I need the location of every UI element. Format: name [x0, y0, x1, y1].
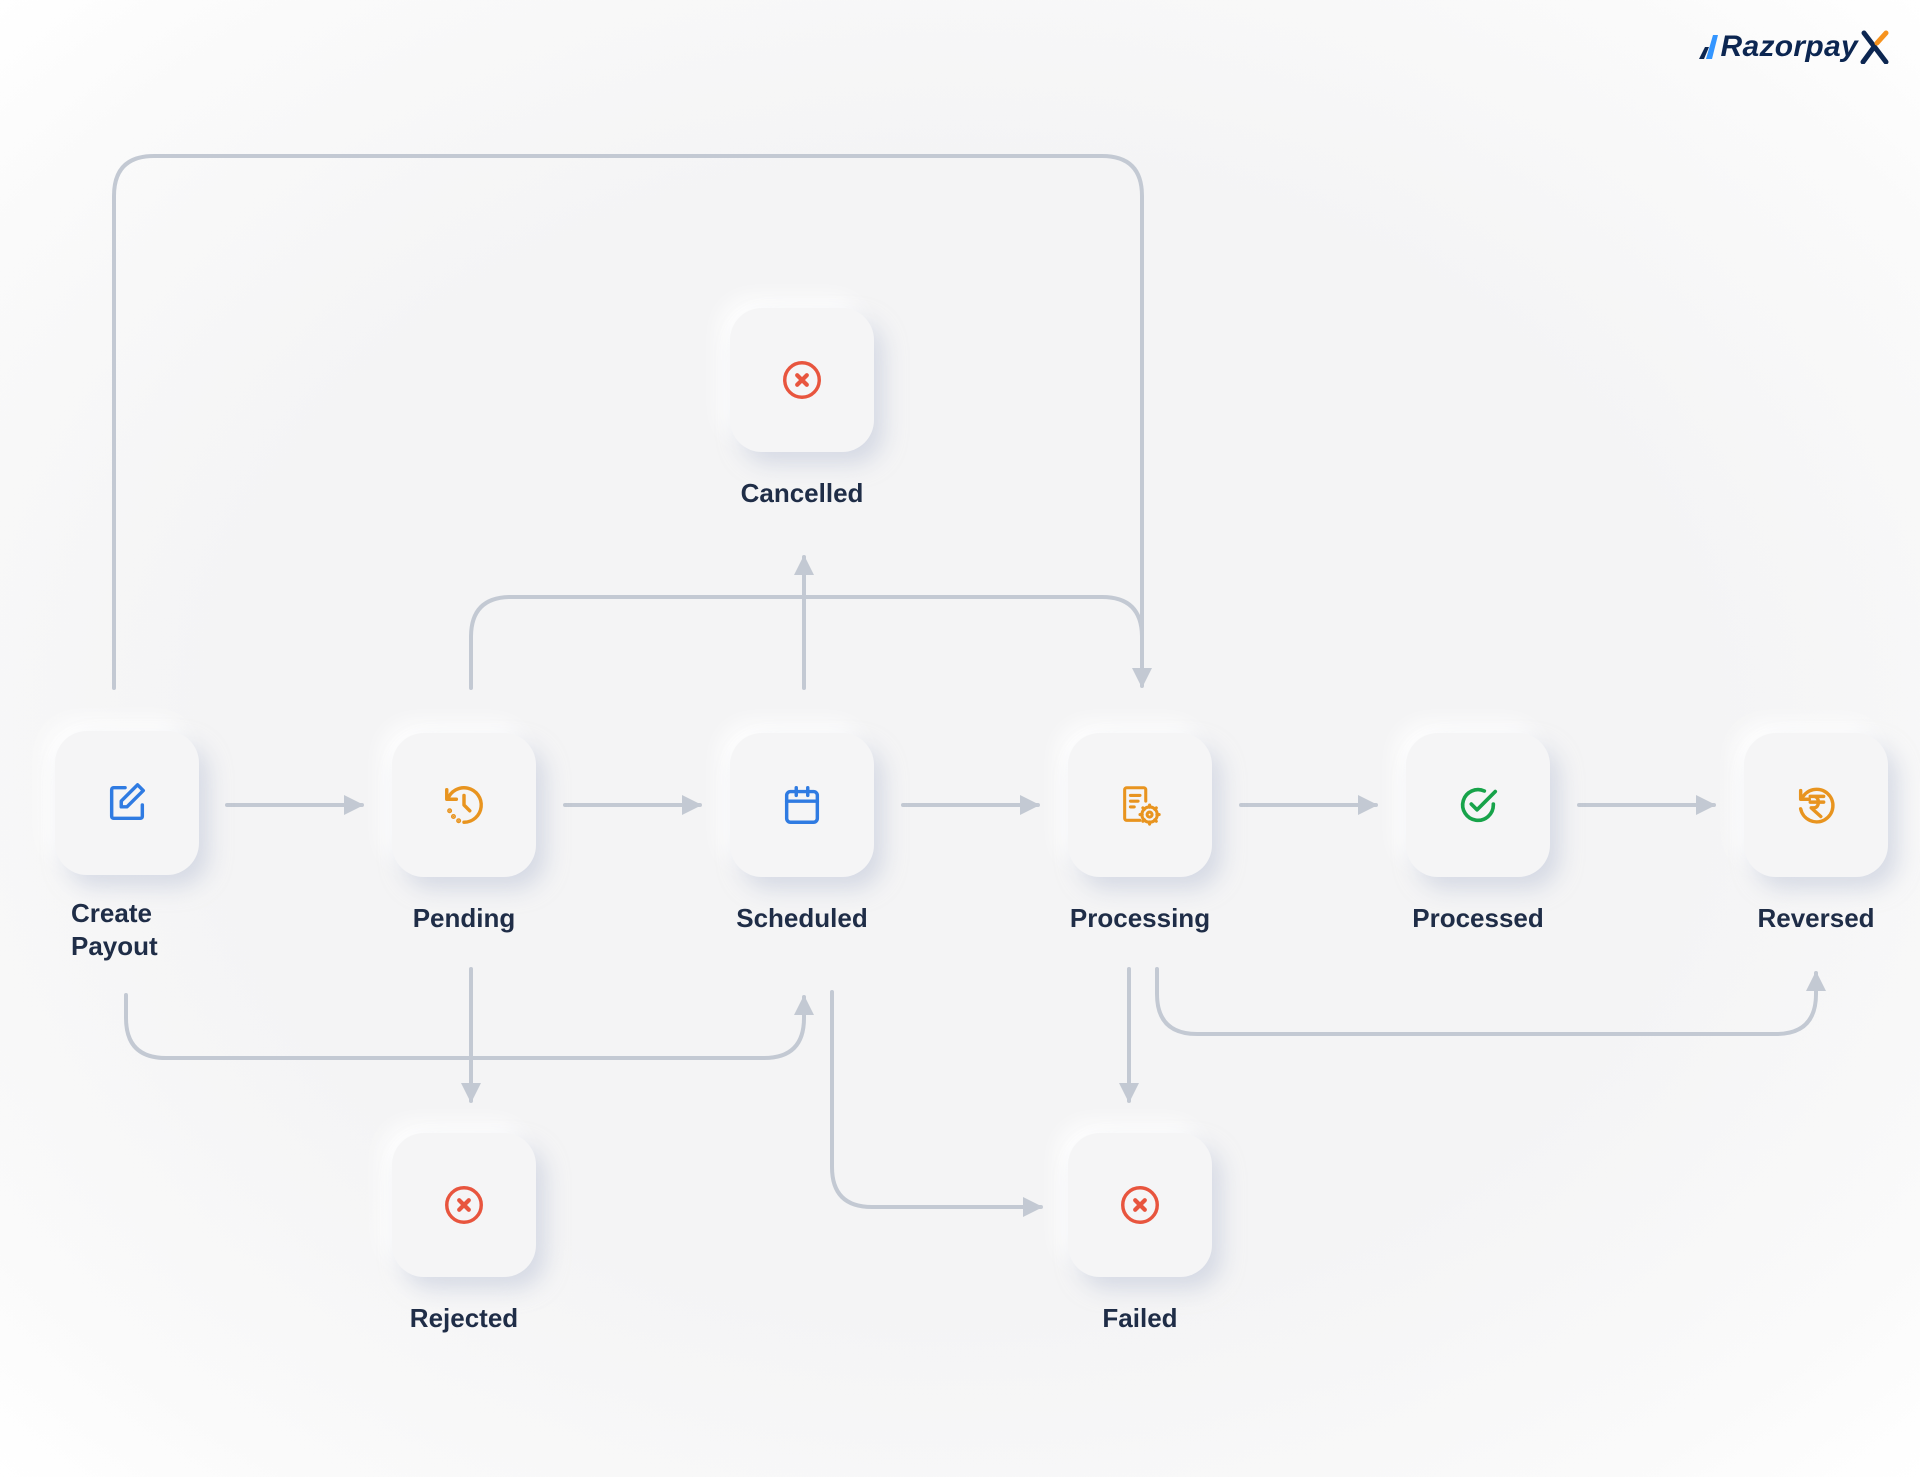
payout-state-diagram: Razorpay Create Payout Pending Scheduled… — [0, 0, 1920, 1477]
brand-x-mark — [1860, 30, 1889, 64]
label-pending: Pending — [412, 903, 516, 933]
node-processed — [1406, 733, 1550, 877]
label-processed: Processed — [1412, 903, 1544, 933]
edge-scheduled-to-failed — [830, 990, 1043, 1217]
node-failed — [1068, 1133, 1212, 1277]
node-reversed — [1744, 733, 1888, 877]
x-circle-icon — [1121, 1186, 1159, 1224]
x-circle-icon — [783, 361, 821, 399]
label-failed: Failed — [1102, 1303, 1178, 1333]
check-circle-icon — [1460, 787, 1498, 823]
edge-processing-to-reversed — [1155, 967, 1826, 1036]
label-processing: Processing — [1069, 903, 1211, 933]
node-create-payout — [55, 731, 199, 875]
edge-create-payout-to-scheduled — [124, 993, 814, 1060]
label-cancelled: Cancelled — [740, 478, 864, 508]
razorpayx-logo: Razorpay — [1697, 30, 1890, 64]
edge-create-payout-to-processing — [112, 154, 1152, 690]
connectors — [112, 154, 1826, 1217]
calendar-icon — [784, 786, 820, 824]
edit-icon — [109, 783, 146, 821]
label-scheduled: Scheduled — [736, 903, 868, 933]
edge-pending-to-processing — [469, 595, 1144, 690]
node-cancelled — [730, 308, 874, 452]
brand-name: Razorpay — [1720, 30, 1858, 63]
node-processing — [1068, 733, 1212, 877]
history-icon — [445, 786, 483, 824]
document-gear-icon — [1123, 786, 1161, 826]
node-rejected — [392, 1133, 536, 1277]
label-reversed: Reversed — [1757, 903, 1875, 933]
label-rejected: Rejected — [409, 1303, 519, 1333]
rupee-refund-icon — [1798, 787, 1835, 824]
label-create-payout: Create Payout — [71, 898, 158, 961]
node-scheduled — [730, 733, 874, 877]
razorpay-logo-icon — [1698, 35, 1718, 59]
node-pending — [392, 733, 536, 877]
x-circle-icon — [445, 1186, 483, 1224]
